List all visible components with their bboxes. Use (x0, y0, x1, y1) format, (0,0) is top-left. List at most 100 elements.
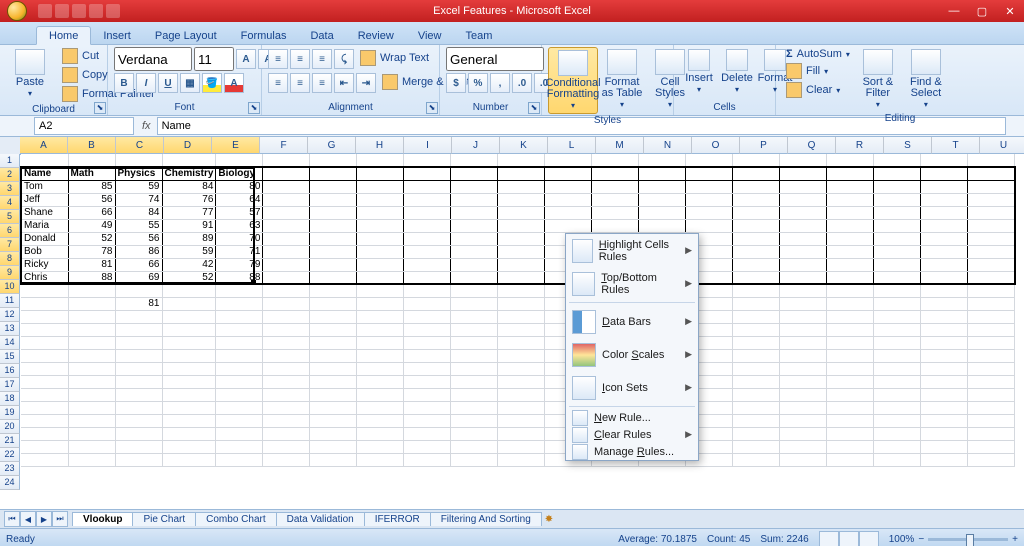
cell-J21[interactable] (451, 414, 498, 427)
cell-P11[interactable] (733, 284, 780, 297)
cell-A7[interactable]: Donald (21, 232, 68, 245)
cell-I16[interactable] (404, 349, 451, 362)
fill-button[interactable]: Fill▾ (782, 62, 854, 80)
cell-A1[interactable] (21, 154, 68, 167)
cell-G21[interactable] (310, 414, 357, 427)
cell-B21[interactable] (68, 414, 115, 427)
cell-E22[interactable] (216, 427, 263, 440)
tab-formulas[interactable]: Formulas (229, 27, 299, 44)
cell-Q7[interactable] (780, 232, 827, 245)
fx-icon[interactable]: fx (136, 120, 157, 132)
cell-D13[interactable] (162, 310, 216, 323)
cell-G2[interactable] (310, 167, 357, 180)
cell-P23[interactable] (733, 440, 780, 453)
cell-H19[interactable] (357, 388, 404, 401)
cell-Q2[interactable] (780, 167, 827, 180)
cell-T14[interactable] (921, 323, 968, 336)
cell-A18[interactable] (21, 375, 68, 388)
cell-R22[interactable] (827, 427, 874, 440)
cf-clear-rules[interactable]: Clear Rules▶ (566, 426, 698, 443)
cell-U19[interactable] (968, 388, 1015, 401)
cell-U23[interactable] (968, 440, 1015, 453)
cell-R1[interactable] (827, 154, 874, 167)
row-header-21[interactable]: 21 (0, 434, 20, 448)
cell-T18[interactable] (921, 375, 968, 388)
cell-H10[interactable] (357, 271, 404, 284)
cell-A11[interactable] (21, 284, 68, 297)
cell-K14[interactable] (498, 323, 545, 336)
cell-G1[interactable] (310, 154, 357, 167)
cell-K10[interactable] (498, 271, 545, 284)
cell-G19[interactable] (310, 388, 357, 401)
cell-R15[interactable] (827, 336, 874, 349)
cell-I6[interactable] (404, 219, 451, 232)
cell-T10[interactable] (921, 271, 968, 284)
insert-cells-button[interactable]: Insert▾ (680, 47, 718, 97)
cell-K3[interactable] (498, 180, 545, 193)
cell-C1[interactable] (115, 154, 162, 167)
cell-H14[interactable] (357, 323, 404, 336)
cell-P9[interactable] (733, 258, 780, 271)
col-header-O[interactable]: O (692, 137, 740, 154)
row-header-22[interactable]: 22 (0, 448, 20, 462)
cell-T3[interactable] (921, 180, 968, 193)
wrap-text-button[interactable]: Wrap Text (356, 47, 433, 69)
col-header-A[interactable]: A (20, 137, 68, 154)
cell-R9[interactable] (827, 258, 874, 271)
row-header-4[interactable]: 4 (0, 196, 20, 210)
format-as-table-button[interactable]: Format as Table▾ (598, 47, 646, 112)
cell-Q19[interactable] (780, 388, 827, 401)
cell-G7[interactable] (310, 232, 357, 245)
cell-K8[interactable] (498, 245, 545, 258)
align-left-button[interactable]: ≡ (268, 73, 288, 93)
cell-D17[interactable] (162, 362, 216, 375)
clipboard-dialog-launcher[interactable]: ⬊ (94, 102, 106, 114)
col-header-S[interactable]: S (884, 137, 932, 154)
cell-F9[interactable] (263, 258, 310, 271)
cell-A17[interactable] (21, 362, 68, 375)
cell-K1[interactable] (498, 154, 545, 167)
cell-M3[interactable] (592, 180, 639, 193)
cell-M4[interactable] (592, 193, 639, 206)
cell-R8[interactable] (827, 245, 874, 258)
cell-D6[interactable]: 91 (162, 219, 216, 232)
cell-D15[interactable] (162, 336, 216, 349)
cell-H18[interactable] (357, 375, 404, 388)
italic-button[interactable]: I (136, 73, 156, 93)
cell-A8[interactable]: Bob (21, 245, 68, 258)
cell-T8[interactable] (921, 245, 968, 258)
cell-R19[interactable] (827, 388, 874, 401)
cell-O1[interactable] (686, 154, 733, 167)
cell-J20[interactable] (451, 401, 498, 414)
cell-R18[interactable] (827, 375, 874, 388)
cell-R4[interactable] (827, 193, 874, 206)
row-header-2[interactable]: 2 (0, 168, 20, 182)
cell-P4[interactable] (733, 193, 780, 206)
clear-button[interactable]: Clear▾ (782, 81, 854, 99)
cell-D21[interactable] (162, 414, 216, 427)
cell-B20[interactable] (68, 401, 115, 414)
cell-T13[interactable] (921, 310, 968, 323)
cell-T23[interactable] (921, 440, 968, 453)
col-header-R[interactable]: R (836, 137, 884, 154)
cell-H22[interactable] (357, 427, 404, 440)
paste-button[interactable]: Paste▾ (6, 47, 54, 101)
cell-H20[interactable] (357, 401, 404, 414)
cell-S13[interactable] (874, 310, 921, 323)
cell-J7[interactable] (451, 232, 498, 245)
select-all-corner[interactable] (0, 137, 21, 155)
tab-page-layout[interactable]: Page Layout (143, 27, 229, 44)
cell-N6[interactable] (639, 219, 686, 232)
cell-C5[interactable]: 84 (115, 206, 162, 219)
col-header-I[interactable]: I (404, 137, 452, 154)
cell-A15[interactable] (21, 336, 68, 349)
cell-C24[interactable] (115, 453, 162, 466)
cell-E11[interactable] (216, 284, 263, 297)
maximize-button[interactable]: ▢ (968, 2, 996, 20)
cell-F16[interactable] (263, 349, 310, 362)
row-header-12[interactable]: 12 (0, 308, 20, 322)
percent-button[interactable]: % (468, 73, 488, 93)
cell-U12[interactable] (968, 297, 1015, 310)
number-format-combo[interactable] (446, 47, 544, 71)
cell-A23[interactable] (21, 440, 68, 453)
